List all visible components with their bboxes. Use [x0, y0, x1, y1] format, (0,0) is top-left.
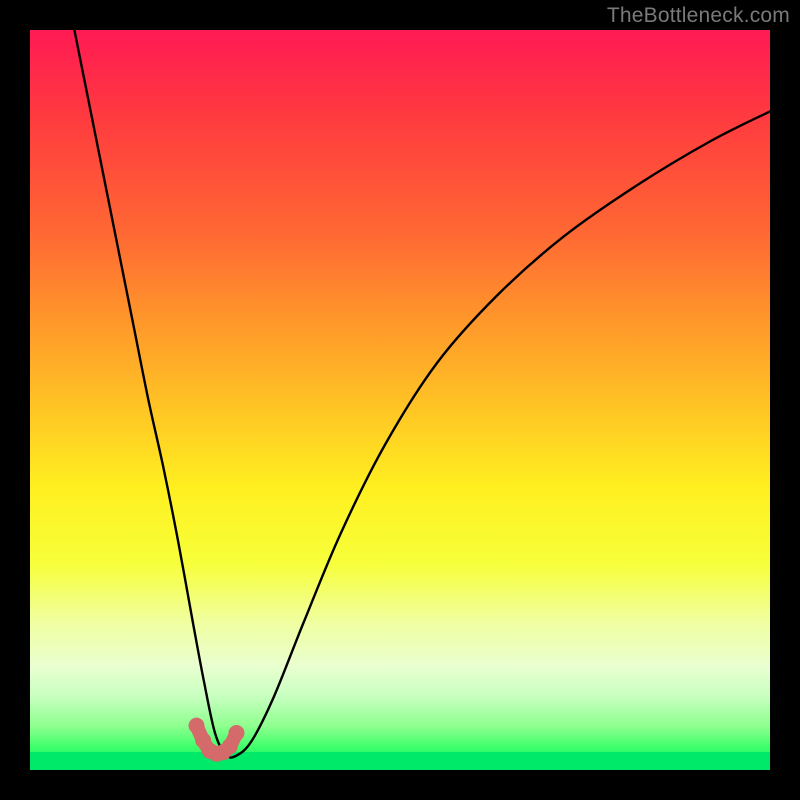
marker-dot: [228, 725, 244, 741]
curve-path: [74, 30, 770, 758]
chart-frame: TheBottleneck.com: [0, 0, 800, 800]
marker-dot: [189, 718, 205, 734]
watermark-text: TheBottleneck.com: [607, 4, 790, 28]
chart-svg: [30, 30, 770, 770]
plot-area: [30, 30, 770, 770]
